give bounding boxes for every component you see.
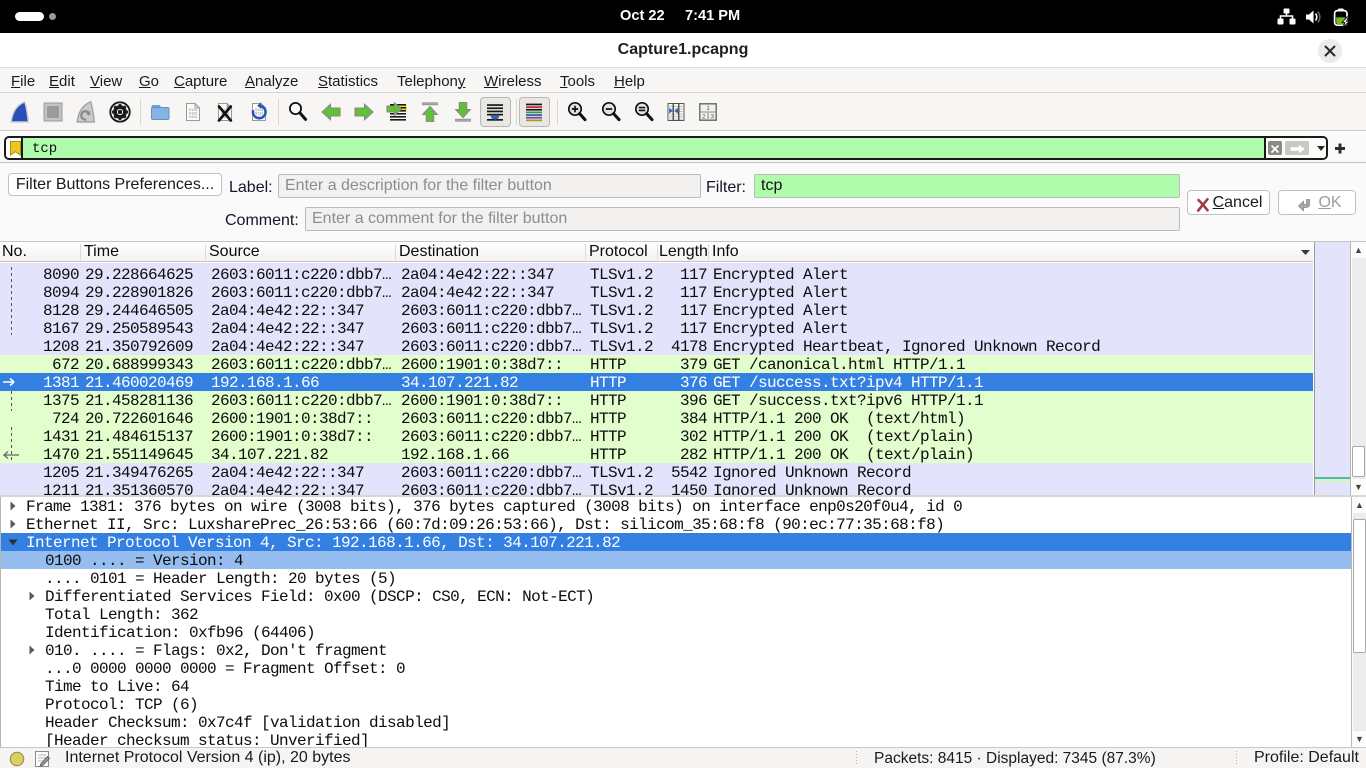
svg-text:0101: 0101 — [189, 116, 198, 120]
svg-text:3: 3 — [710, 114, 714, 121]
svg-text:1: 1 — [706, 105, 710, 112]
svg-text:2: 2 — [702, 114, 706, 121]
